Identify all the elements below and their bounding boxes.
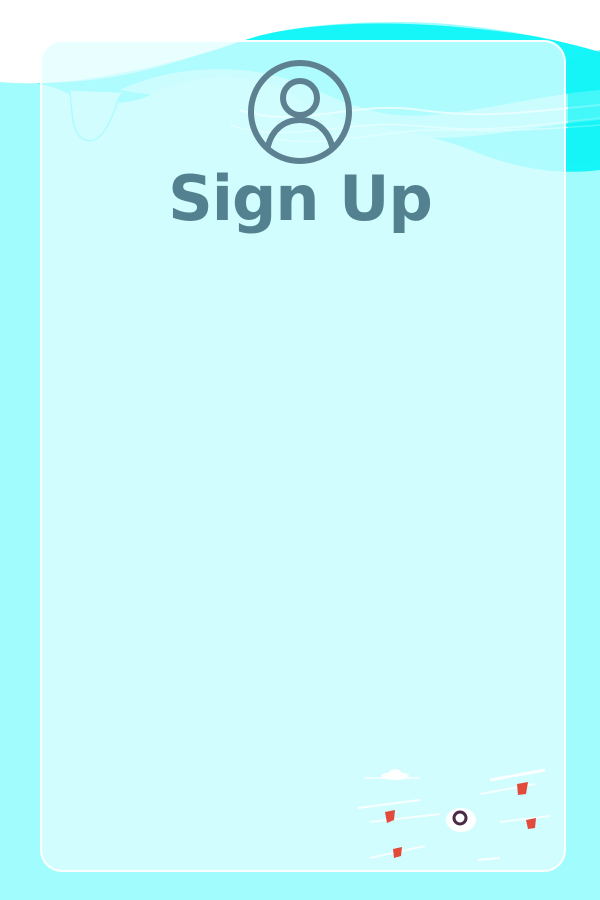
user-circle-icon bbox=[248, 60, 352, 164]
page-title: Sign Up bbox=[168, 162, 433, 235]
sign-up-page: Sign Up bbox=[0, 0, 600, 900]
rocket-illustration bbox=[357, 768, 551, 861]
